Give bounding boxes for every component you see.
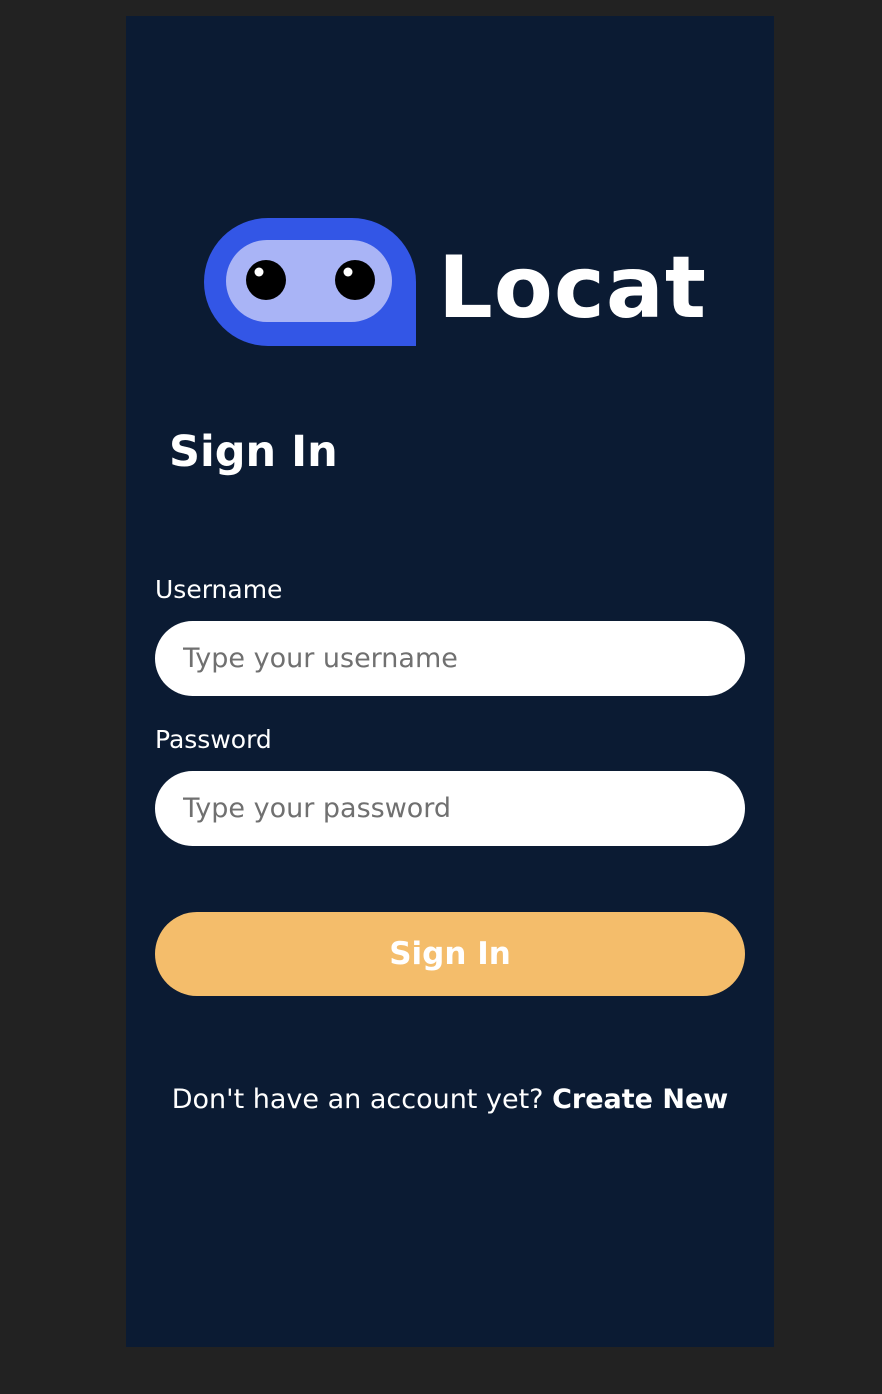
brand-logo: Locat (202, 216, 706, 348)
password-label: Password (155, 725, 272, 754)
create-account-link[interactable]: Create New (552, 1084, 728, 1115)
robot-face-icon (204, 218, 416, 346)
username-label: Username (155, 575, 283, 604)
password-input[interactable] (155, 771, 745, 846)
username-input[interactable] (155, 621, 745, 696)
page-title: Sign In (169, 427, 338, 477)
brand-name: Locat (438, 238, 708, 338)
sign-in-button[interactable]: Sign In (155, 912, 745, 996)
signup-prompt-text: Don't have an account yet? (171, 1084, 544, 1115)
sign-in-screen: Locat Sign In Username Password Sign In … (126, 16, 774, 1347)
signup-prompt: Don't have an account yet? Create New (126, 1080, 774, 1120)
